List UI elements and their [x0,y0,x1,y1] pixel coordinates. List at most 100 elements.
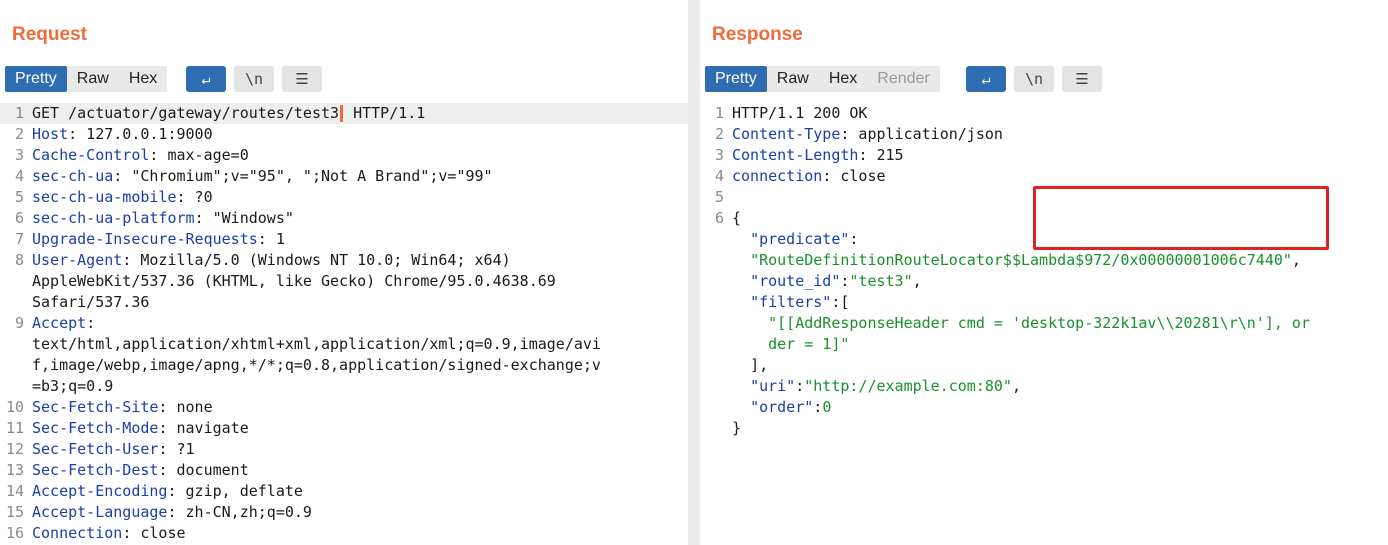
code-line: 5 sec-ch-ua-mobile: ?0 [0,187,688,208]
request-newline-button[interactable]: \n [234,66,274,92]
header-value: "Chromium";v="95", ";Not A Brand";v="99" [122,167,493,185]
line-content: der = 1]" [732,334,1388,355]
line-text: HTTP/1.1 200 OK [732,104,868,122]
tab-pretty[interactable]: Pretty [5,66,67,92]
line-number: 3 [14,146,24,164]
header-value: 127.0.0.1:9000 [77,125,213,143]
tab-hex[interactable]: Hex [819,66,867,92]
request-menu-button[interactable]: ☰ [282,66,322,92]
line-number: 13 [5,461,24,479]
line-content: GET /actuator/gateway/routes/test3 HTTP/… [32,103,688,124]
json-key: "filters" [750,293,832,311]
code-line: 16 Connection: close [0,523,688,544]
line-number: 8 [14,251,24,269]
header-name: User-Agent [32,251,123,269]
line-number [0,334,32,355]
header-name: Content-Length [732,146,859,164]
header-value: none [167,398,213,416]
newline-icon: \n [244,70,264,88]
json-punct: : [849,230,859,248]
header-name: Sec-Fetch-User [32,440,159,458]
pane-divider[interactable] [688,0,700,545]
tab-pretty[interactable]: Pretty [705,66,767,92]
response-newline-button[interactable]: \n [1014,66,1054,92]
json-punct: :[ [831,293,850,311]
code-line: 7 Upgrade-Insecure-Requests: 1 [0,229,688,250]
code-line: "filters":[ [700,292,1388,313]
code-line: "route_id":"test3", [700,271,1388,292]
tab-hex[interactable]: Hex [119,66,167,92]
line-text: Safari/537.36 [32,293,150,311]
line-content: "filters":[ [732,292,1388,313]
tab-raw[interactable]: Raw [767,66,819,92]
code-line: "uri":"http://example.com:80", [700,376,1388,397]
header-name: Connection [32,524,123,542]
request-title: Request [12,24,87,45]
tab-render[interactable]: Render [867,66,939,92]
line-content: sec-ch-ua-mobile: ?0 [32,188,213,206]
header-value: zh-CN,zh;q=0.9 [176,503,312,521]
line-number [700,334,732,355]
line-number [700,250,732,271]
line-content: Cache-Control: max-age=0 [32,146,249,164]
response-view-tabs: Pretty Raw Hex Render [705,66,940,92]
code-line: 13 Sec-Fetch-Dest: document [0,460,688,481]
line-number [700,271,732,292]
line-content: Accept-Encoding: gzip, deflate [32,482,303,500]
code-line: 3 Content-Length: 215 [700,145,1388,166]
header-value: application/json [849,125,1003,143]
header-value: ?1 [167,440,195,458]
line-content: HTTP/1.1 200 OK [732,103,1388,124]
header-value: max-age=0 [158,146,249,164]
response-editor[interactable]: 1 HTTP/1.1 200 OK 2 Content-Type: applicati… [700,103,1388,545]
header-name: Accept-Encoding [32,482,168,500]
response-menu-button[interactable]: ☰ [1062,66,1102,92]
line-number: 6 [14,209,24,227]
line-number: 10 [5,398,24,416]
response-wrap-button[interactable]: ↵ [966,66,1006,92]
line-content: Sec-Fetch-Dest: document [32,461,249,479]
header-value: Mozilla/5.0 (Windows NT 10.0; Win64; x64… [131,251,511,269]
code-line: 2 Host: 127.0.0.1:9000 [0,124,688,145]
code-line: 15 Accept-Language: zh-CN,zh;q=0.9 [0,502,688,523]
header-name: Accept-Language [32,503,168,521]
line-text: ], [750,356,769,374]
line-text: { [732,209,742,227]
header-value: 215 [867,146,904,164]
line-content: "uri":"http://example.com:80", [732,376,1388,397]
line-content: Safari/537.36 [32,292,688,313]
line-number [700,418,732,439]
line-content: ], [732,355,1388,376]
header-value: gzip, deflate [176,482,303,500]
request-pane: Request Pretty Raw Hex ↵ \n ☰ 1 GET /actuat… [0,0,688,545]
json-string: "test3" [849,272,913,290]
code-line: "[[AddResponseHeader cmd = 'desktop-322k… [700,313,1388,334]
tab-raw[interactable]: Raw [67,66,119,92]
code-line: 2 Content-Type: application/json [700,124,1388,145]
request-wrap-button[interactable]: ↵ [186,66,226,92]
code-line: 11 Sec-Fetch-Mode: navigate [0,418,688,439]
header-name: Content-Type [732,125,841,143]
json-string: "[[AddResponseHeader cmd = 'desktop-322k… [768,314,1310,332]
code-line: 3 Cache-Control: max-age=0 [0,145,688,166]
line-number: 3 [714,146,724,164]
request-editor[interactable]: 1 GET /actuator/gateway/routes/test3 HTTP… [0,103,688,545]
code-line: ], [700,355,1388,376]
line-number: 7 [14,230,24,248]
line-content: connection: close [732,167,886,185]
code-line: 12 Sec-Fetch-User: ?1 [0,439,688,460]
newline-icon: \n [1024,70,1044,88]
header-name: Cache-Control [32,146,150,164]
code-line: f,image/webp,image/apng,*/*;q=0.8,applic… [0,355,688,376]
code-line: 6 sec-ch-ua-platform: "Windows" [0,208,688,229]
line-text: } [732,419,742,437]
json-number: 0 [822,398,832,416]
line-content: "route_id":"test3", [732,271,1388,292]
header-value: "Windows" [203,209,294,227]
json-punct: , [1291,251,1301,269]
line-content: "RouteDefinitionRouteLocator$$Lambda$972… [732,250,1388,271]
